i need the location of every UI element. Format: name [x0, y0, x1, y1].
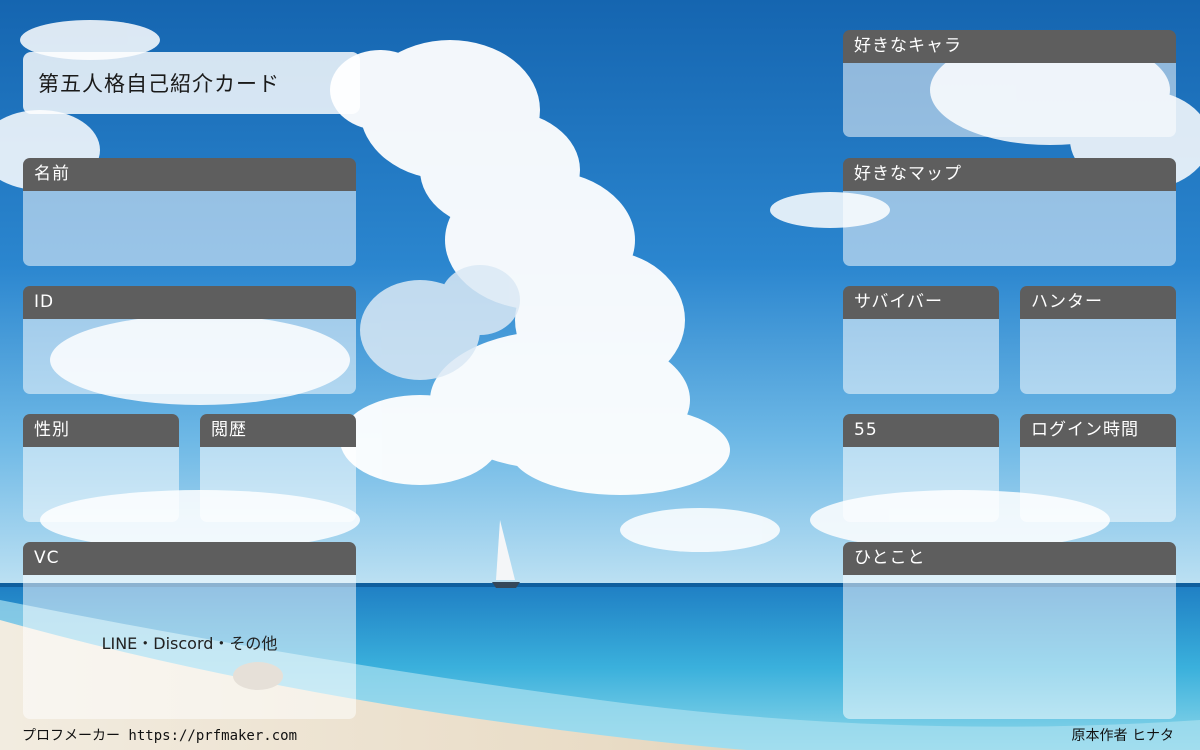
author-credit: 原本作者 ヒナタ [1071, 728, 1174, 744]
fav-character-card: 好きなキャラ [843, 30, 1176, 137]
comment-card: ひとこと [843, 542, 1176, 719]
survivor-label: サバイバー [843, 286, 999, 319]
vc-label: VC [23, 542, 356, 575]
gender-card: 性別 [23, 414, 179, 522]
id-value-area[interactable] [23, 319, 356, 394]
survivor-card: サバイバー [843, 286, 999, 394]
gender-label: 性別 [23, 414, 179, 447]
comment-value-area[interactable] [843, 575, 1176, 719]
fav-map-card: 好きなマップ [843, 158, 1176, 266]
gender-value-area[interactable] [23, 447, 179, 522]
ss-card: 55 [843, 414, 999, 522]
history-label: 閲歴 [200, 414, 356, 447]
fav-map-label: 好きなマップ [843, 158, 1176, 191]
page-title: 第五人格自己紹介カード [38, 72, 280, 96]
login-time-card: ログイン時間 [1020, 414, 1176, 522]
fav-character-label: 好きなキャラ [843, 30, 1176, 63]
name-card: 名前 [23, 158, 356, 266]
login-time-value-area[interactable] [1020, 447, 1176, 522]
name-value-area[interactable] [23, 191, 356, 266]
card-title-box: 第五人格自己紹介カード [23, 52, 360, 114]
login-time-label: ログイン時間 [1020, 414, 1176, 447]
hunter-card: ハンター [1020, 286, 1176, 394]
ss-value-area[interactable] [843, 447, 999, 522]
id-card: ID [23, 286, 356, 394]
name-label: 名前 [23, 158, 356, 191]
hunter-label: ハンター [1020, 286, 1176, 319]
vc-value-area[interactable]: LINE・Discord・その他 [23, 575, 356, 719]
vc-card: VC LINE・Discord・その他 [23, 542, 356, 719]
fav-character-value-area[interactable] [843, 63, 1176, 137]
survivor-value-area[interactable] [843, 319, 999, 394]
id-label: ID [23, 286, 356, 319]
history-value-area[interactable] [200, 447, 356, 522]
ss-label: 55 [843, 414, 999, 447]
hunter-value-area[interactable] [1020, 319, 1176, 394]
maker-credit[interactable]: プロフメーカー https://prfmaker.com [22, 725, 297, 745]
vc-options-text: LINE・Discord・その他 [101, 634, 278, 653]
fav-map-value-area[interactable] [843, 191, 1176, 266]
history-card: 閲歴 [200, 414, 356, 522]
comment-label: ひとこと [843, 542, 1176, 575]
